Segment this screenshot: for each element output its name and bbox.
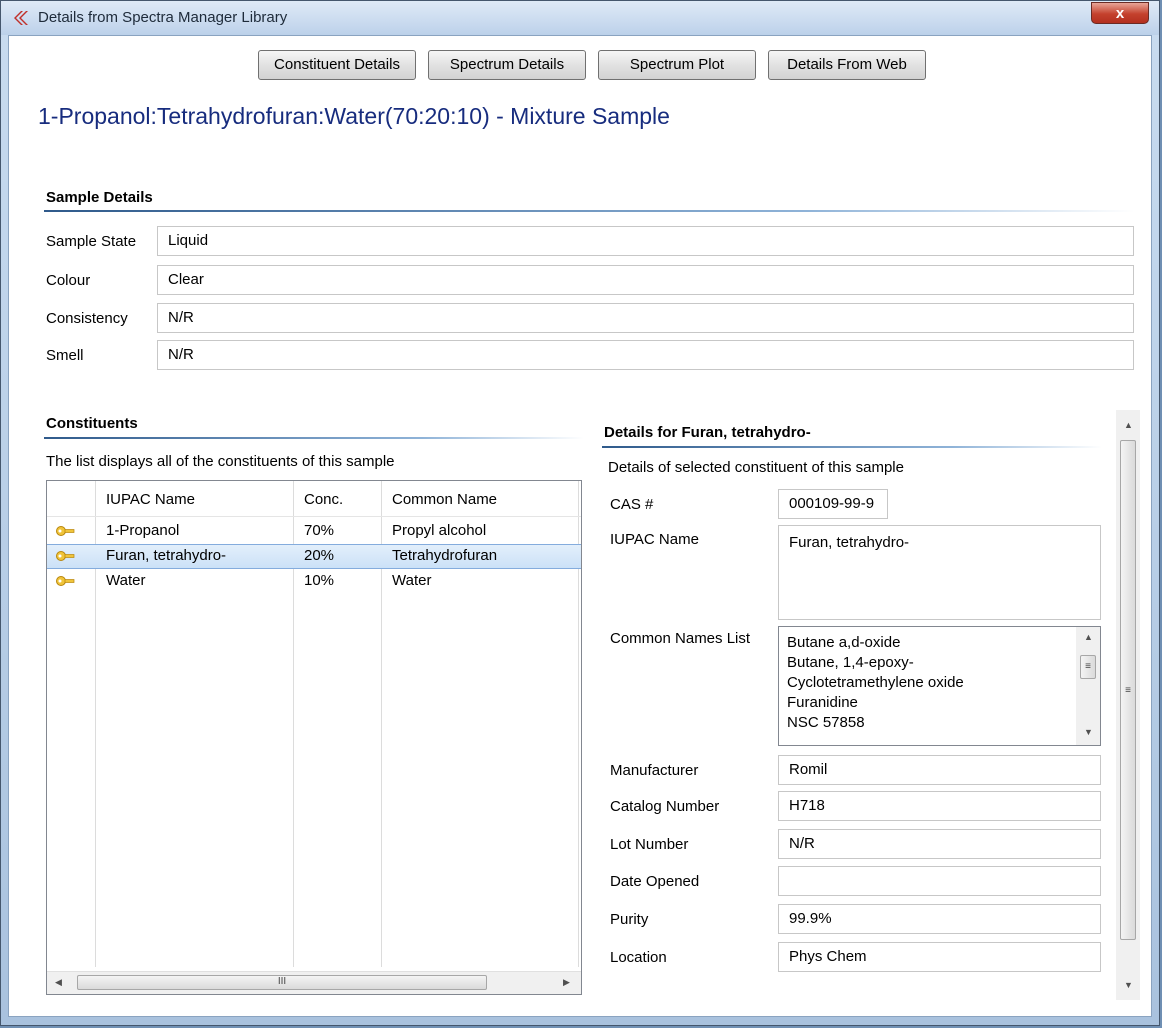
horizontal-scrollbar[interactable]: ◀ III ▶: [47, 971, 581, 994]
common-name-cell: Propyl alcohol: [392, 522, 487, 539]
window-title: Details from Spectra Manager Library: [38, 9, 288, 26]
column-header-iupac-name[interactable]: IUPAC Name: [106, 491, 195, 508]
iupac-name-cell: Water: [106, 572, 146, 589]
spectrum-details-button[interactable]: Spectrum Details: [428, 50, 586, 80]
title-bar[interactable]: Details from Spectra Manager Library x: [1, 1, 1159, 35]
key-icon: [56, 576, 75, 586]
common-names-label: Common Names List: [610, 630, 751, 647]
constituents-table[interactable]: IUPAC Name Conc. Common Name 1-Propanol …: [46, 480, 582, 995]
sample-state-label: Sample State: [46, 233, 137, 250]
column-header-common-name[interactable]: Common Name: [392, 491, 497, 508]
manufacturer-label: Manufacturer: [610, 762, 699, 779]
sample-details-divider: [44, 210, 1134, 212]
cas-label: CAS #: [610, 496, 654, 513]
location-field[interactable]: Phys Chem: [778, 942, 1101, 972]
list-item[interactable]: Butane, 1,4-epoxy-: [787, 654, 914, 671]
scroll-left-icon[interactable]: ◀: [55, 977, 62, 988]
manufacturer-field[interactable]: Romil: [778, 755, 1101, 785]
scroll-down-icon[interactable]: ▼: [1124, 980, 1133, 990]
conc-cell: 10%: [304, 572, 335, 589]
consistency-label: Consistency: [46, 310, 128, 327]
purity-field[interactable]: 99.9%: [778, 904, 1101, 934]
close-button[interactable]: x: [1091, 2, 1149, 24]
details-vertical-scrollbar[interactable]: ▲ ≡ ▼: [1116, 410, 1140, 1000]
app-logo-icon: [14, 11, 28, 25]
details-scroll-thumb[interactable]: ≡: [1120, 440, 1136, 940]
list-item[interactable]: Furanidine: [787, 694, 858, 711]
list-vertical-scrollbar[interactable]: ▲ ≡ ▼: [1076, 627, 1100, 745]
sample-heading: 1-Propanol:Tetrahydrofuran:Water(70:20:1…: [38, 103, 670, 129]
details-title: Details for Furan, tetrahydro-: [604, 424, 811, 441]
consistency-field[interactable]: N/R: [157, 303, 1134, 333]
scroll-up-icon[interactable]: ▲: [1124, 420, 1133, 430]
column-header-conc[interactable]: Conc.: [304, 491, 343, 508]
scroll-up-icon[interactable]: ▲: [1084, 632, 1093, 642]
key-icon: [56, 526, 75, 536]
location-label: Location: [610, 949, 667, 966]
smell-label: Smell: [46, 347, 84, 364]
iupac-name-field[interactable]: Furan, tetrahydro-: [778, 525, 1101, 620]
constituents-divider: [44, 437, 584, 439]
horizontal-scroll-thumb[interactable]: III: [77, 975, 487, 990]
cas-field[interactable]: 000109-99-9: [778, 489, 888, 519]
colour-label: Colour: [46, 272, 91, 289]
scroll-right-icon[interactable]: ▶: [563, 977, 570, 988]
scroll-down-icon[interactable]: ▼: [1084, 727, 1093, 737]
conc-cell: 20%: [304, 547, 335, 564]
list-item[interactable]: NSC 57858: [787, 714, 865, 731]
lot-number-label: Lot Number: [610, 836, 689, 853]
spectrum-plot-button[interactable]: Spectrum Plot: [598, 50, 756, 80]
details-description: Details of selected constituent of this …: [608, 459, 904, 476]
table-row-selected[interactable]: Furan, tetrahydro- 20% Tetrahydrofuran: [47, 544, 581, 569]
header-divider: [47, 516, 581, 517]
iupac-name-cell: 1-Propanol: [106, 522, 180, 539]
details-divider: [602, 446, 1102, 448]
smell-field[interactable]: N/R: [157, 340, 1134, 370]
key-icon: [56, 551, 75, 561]
sample-state-field[interactable]: Liquid: [157, 226, 1134, 256]
constituent-details-button[interactable]: Constituent Details: [258, 50, 416, 80]
lot-number-field[interactable]: N/R: [778, 829, 1101, 859]
common-name-cell: Water: [392, 572, 432, 589]
sample-details-title: Sample Details: [46, 189, 153, 206]
date-opened-label: Date Opened: [610, 873, 700, 890]
list-scroll-thumb[interactable]: ≡: [1080, 655, 1096, 679]
table-row[interactable]: Water 10% Water: [47, 569, 581, 594]
details-from-web-button[interactable]: Details From Web: [768, 50, 926, 80]
date-opened-field[interactable]: [778, 866, 1101, 896]
catalog-number-label: Catalog Number: [610, 798, 720, 815]
catalog-number-field[interactable]: H718: [778, 791, 1101, 821]
list-item[interactable]: Butane a,d-oxide: [787, 634, 900, 651]
iupac-name-cell: Furan, tetrahydro-: [106, 547, 227, 564]
purity-label: Purity: [610, 911, 649, 928]
constituents-description: The list displays all of the constituent…: [46, 453, 395, 470]
colour-field[interactable]: Clear: [157, 265, 1134, 295]
table-row[interactable]: 1-Propanol 70% Propyl alcohol: [47, 519, 581, 544]
list-item[interactable]: Cyclotetramethylene oxide: [787, 674, 964, 691]
iupac-name-label: IUPAC Name: [610, 531, 699, 548]
common-names-list[interactable]: Butane a,d-oxide Butane, 1,4-epoxy- Cycl…: [778, 626, 1101, 746]
conc-cell: 70%: [304, 522, 335, 539]
common-name-cell: Tetrahydrofuran: [392, 547, 498, 564]
constituents-title: Constituents: [46, 415, 138, 432]
